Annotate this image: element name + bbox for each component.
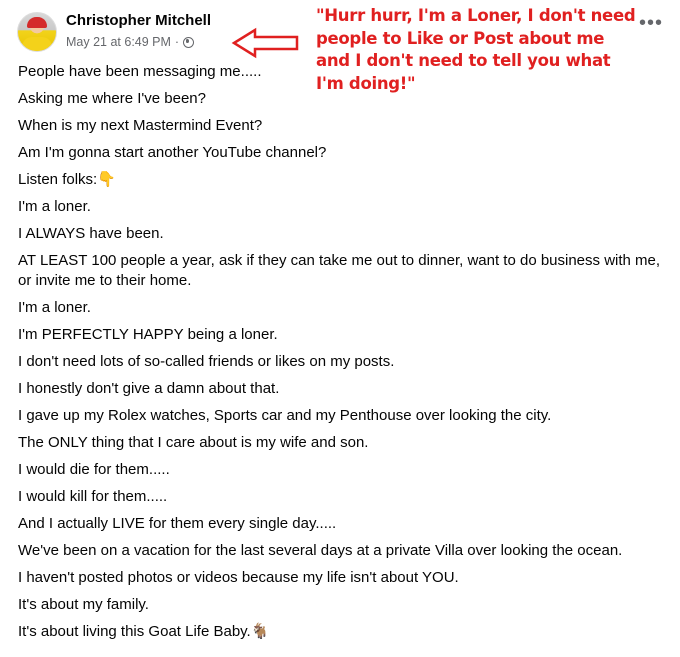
post-text-line: When is my next Mastermind Event?: [18, 117, 263, 134]
post-text-line: I'm a loner.: [18, 198, 91, 215]
post-text-line: I honestly don't give a damn about that.: [18, 380, 280, 397]
post-text-line: I don't need lots of so-called friends o…: [18, 353, 395, 370]
post-text-line: I'm a loner.: [18, 299, 91, 316]
avatar-shirt: [22, 37, 52, 51]
post-text-line: Listen folks:👇: [18, 171, 116, 188]
facebook-post: Christopher Mitchell May 21 at 6:49 PM ·…: [0, 0, 680, 657]
globe-icon[interactable]: [183, 36, 195, 48]
post-text-line: I ALWAYS have been.: [18, 225, 164, 242]
author-name[interactable]: Christopher Mitchell: [66, 12, 211, 29]
avatar[interactable]: [17, 12, 57, 52]
post-text-line: It's about my family.: [18, 596, 149, 613]
post-text-line: I'm PERFECTLY HAPPY being a loner.: [18, 326, 278, 343]
post-timestamp[interactable]: May 21 at 6:49 PM: [66, 35, 171, 49]
avatar-cap: [27, 17, 47, 28]
meta-separator: ·: [174, 35, 180, 49]
more-options-icon[interactable]: •••: [639, 13, 663, 33]
post-text-line: It's about living this Goat Life Baby.🐐: [18, 623, 270, 640]
post-text-line: The ONLY thing that I care about is my w…: [18, 434, 369, 451]
post-text-line: Asking me where I've been?: [18, 90, 206, 107]
post-text-line: And I actually LIVE for them every singl…: [18, 515, 337, 532]
post-text-line: I would kill for them.....: [18, 488, 168, 505]
post-body: People have been messaging me..... Asking…: [18, 62, 666, 649]
post-text-line: People have been messaging me.....: [18, 63, 262, 80]
post-text-line: I gave up my Rolex watches, Sports car a…: [18, 407, 552, 424]
post-text-line: I would die for them.....: [18, 461, 170, 478]
post-text-line: AT LEAST 100 people a year, ask if they …: [18, 252, 661, 289]
post-text-line: I haven't posted photos or videos becaus…: [18, 569, 459, 586]
post-text-line: Am I'm gonna start another YouTube chann…: [18, 144, 327, 161]
post-text-line: We've been on a vacation for the last se…: [18, 542, 623, 559]
post-meta: May 21 at 6:49 PM ·: [66, 35, 195, 49]
red-arrow-icon: [231, 27, 299, 59]
